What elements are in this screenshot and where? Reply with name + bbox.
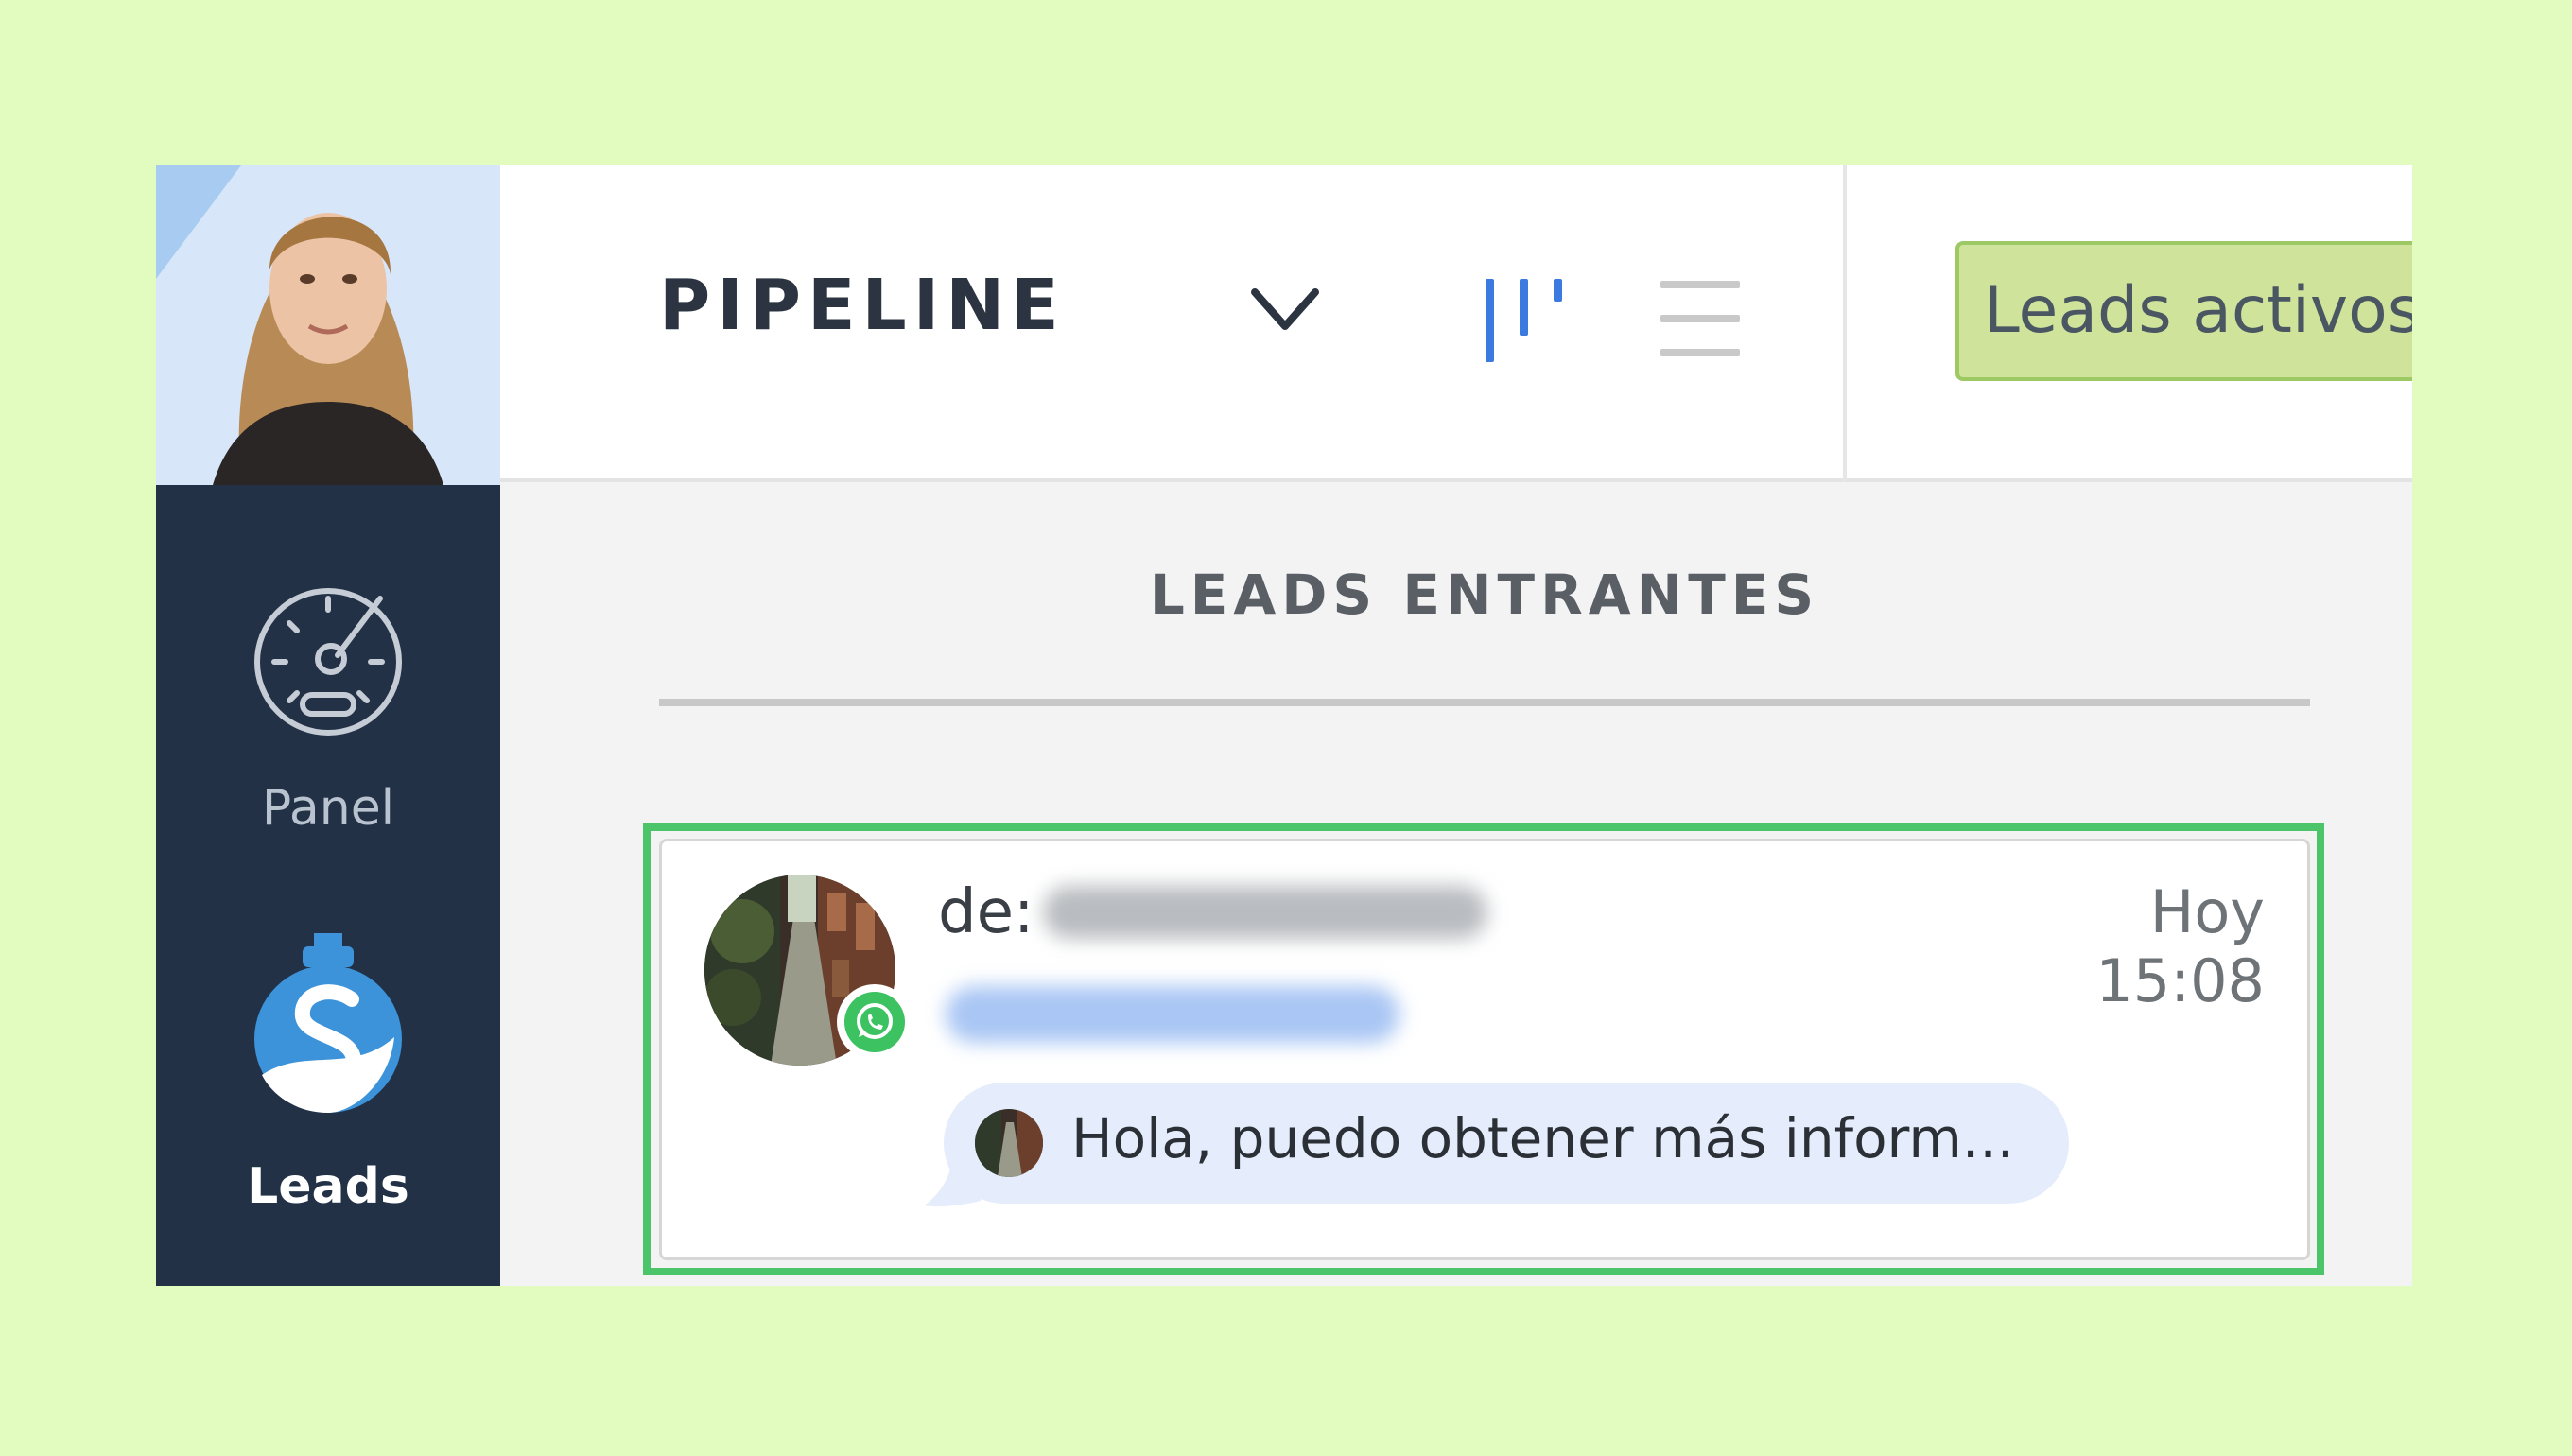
sidebar-item-label: Panel xyxy=(261,780,395,837)
sidebar-item-panel[interactable] xyxy=(156,581,500,746)
top-bar: PIPELINE Leads activos Bú xyxy=(500,165,2412,482)
kanban-view-icon[interactable] xyxy=(1484,271,1569,370)
list-view-icon[interactable] xyxy=(1659,271,1744,370)
timestamp: Hoy 15:08 xyxy=(2095,877,2265,1015)
column-divider xyxy=(659,699,2310,706)
user-avatar[interactable] xyxy=(156,165,500,485)
leads-dollar-icon xyxy=(248,933,408,1126)
whatsapp-icon xyxy=(837,984,912,1060)
chevron-down-icon[interactable] xyxy=(1247,281,1323,341)
column-title: LEADS ENTRANTES xyxy=(1149,563,1820,627)
message-sender-avatar xyxy=(975,1109,1043,1177)
contact-name-link-blurred[interactable] xyxy=(946,986,1399,1043)
header-divider xyxy=(1843,165,1847,482)
speedometer-icon xyxy=(248,588,408,746)
page-title[interactable]: PIPELINE xyxy=(659,265,1066,346)
from-label: de: xyxy=(938,877,1034,947)
app-window: Panel Leads PIPELINE Leads activos LEADS… xyxy=(156,165,2412,1286)
sidebar-item-leads[interactable] xyxy=(156,933,500,1126)
from-name-blurred xyxy=(1043,886,1487,939)
sidebar-item-label: Leads xyxy=(247,1158,409,1215)
sidebar: Panel Leads xyxy=(156,165,500,1286)
message-preview-text: Hola, puedo obtener más inform... xyxy=(1071,1106,2015,1170)
leads-activos-filter-button[interactable]: Leads activos xyxy=(1955,241,2412,381)
